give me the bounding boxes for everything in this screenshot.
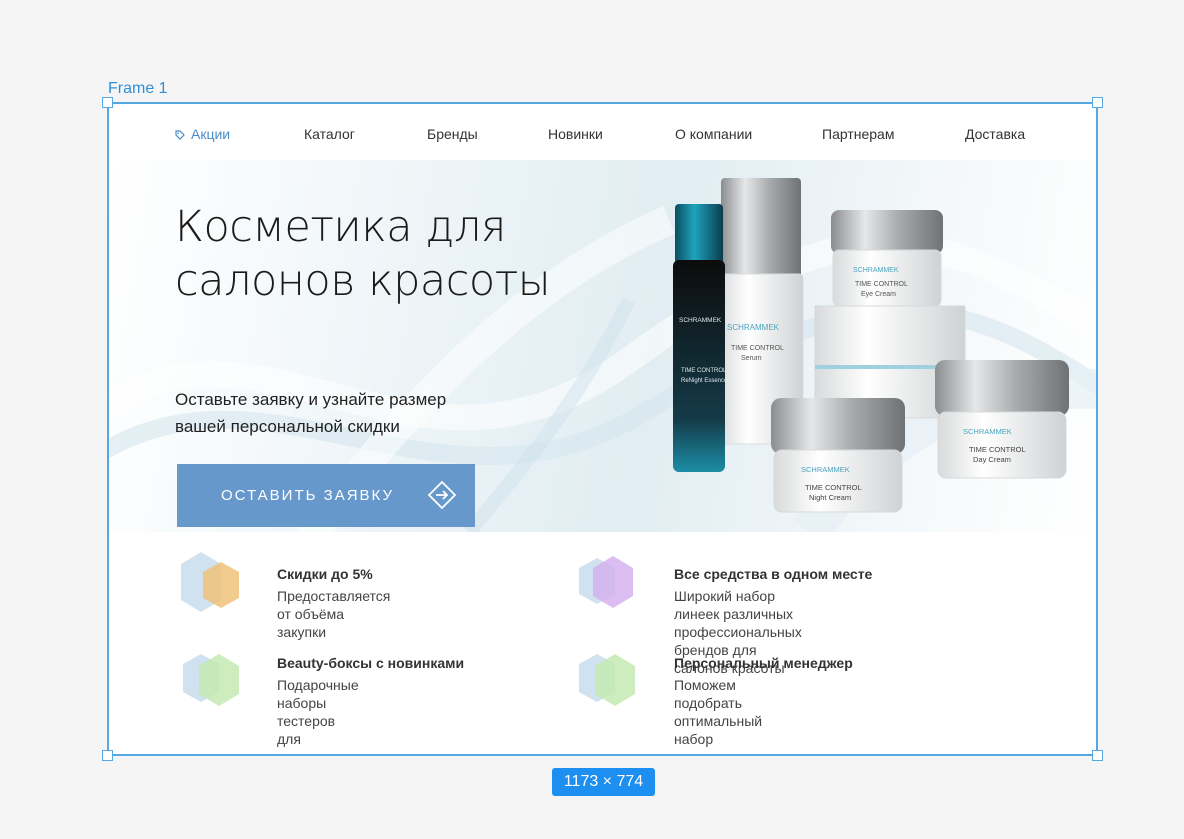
- svg-text:SCHRAMMEK: SCHRAMMEK: [853, 267, 899, 274]
- resize-handle-bottom-left[interactable]: [102, 750, 113, 761]
- svg-text:TIME CONTROL: TIME CONTROL: [855, 281, 908, 288]
- hero-subtitle: Оставьте заявку и узнайте размер вашей п…: [175, 390, 447, 436]
- svg-text:Eye Cream: Eye Cream: [861, 291, 896, 298]
- resize-handle-top-left[interactable]: [102, 97, 113, 108]
- nav-item-new[interactable]: Новинки: [548, 126, 603, 142]
- hero-title: Косметика для салонов красоты: [175, 202, 551, 306]
- svg-text:Serum: Serum: [741, 355, 762, 362]
- product-image: SCHRAMMEK TIME CONTROL Serum SCHRAMMEK T…: [673, 178, 1069, 513]
- hero-banner: Косметика для салонов красоты Оставьте з…: [109, 160, 1096, 532]
- nav-item-partners[interactable]: Партнерам: [822, 126, 894, 142]
- nav-item-catalog[interactable]: Каталог: [304, 126, 355, 142]
- feature-title: Скидки до 5%: [277, 566, 373, 582]
- request-button[interactable]: ОСТАВИТЬ ЗАЯВКУ: [177, 464, 475, 527]
- nav-item-label: Акции: [191, 126, 231, 142]
- frame-size-badge: 1173 × 774: [552, 768, 655, 796]
- svg-text:SCHRAMMEK: SCHRAMMEK: [801, 465, 850, 474]
- feature-desc: Подарочные наборы тестеров для партнеров: [277, 677, 359, 754]
- feature-desc: Поможем подобрать оптимальный набор прод…: [674, 677, 763, 754]
- svg-text:SCHRAMMEK: SCHRAMMEK: [727, 323, 780, 332]
- svg-text:ReNight Essence: ReNight Essence: [681, 378, 728, 384]
- feature-title: Персональный менеджер: [674, 655, 853, 671]
- resize-handle-bottom-right[interactable]: [1092, 750, 1103, 761]
- hexagon-icon: [183, 654, 239, 706]
- hexagon-icon: [181, 552, 239, 612]
- hexagon-icon: [579, 654, 635, 706]
- arrow-right-diamond-icon: [427, 480, 457, 510]
- frame-label: Frame 1: [108, 80, 168, 97]
- nav-item-about[interactable]: О компании: [675, 126, 752, 142]
- feature-title: Beauty-боксы с новинками: [277, 655, 465, 671]
- feature-desc: Предоставляется от объёма закупки: [277, 588, 391, 640]
- svg-text:Night Cream: Night Cream: [809, 493, 851, 502]
- frame-canvas: Акции Каталог Бренды Новинки О компании …: [107, 102, 1098, 756]
- nav-item-brands[interactable]: Бренды: [427, 126, 478, 142]
- svg-text:SCHRAMMEK: SCHRAMMEK: [679, 317, 722, 324]
- resize-handle-top-right[interactable]: [1092, 97, 1103, 108]
- hexagon-icon: [579, 556, 633, 608]
- svg-text:TIME CONTROL: TIME CONTROL: [805, 483, 862, 492]
- nav-item-delivery[interactable]: Доставка: [965, 126, 1025, 142]
- tag-icon: [175, 130, 185, 140]
- svg-text:SCHRAMMEK: SCHRAMMEK: [963, 427, 1012, 436]
- svg-text:Day Cream: Day Cream: [973, 455, 1011, 464]
- svg-text:TIME CONTROL: TIME CONTROL: [731, 345, 784, 352]
- feature-title: Все средства в одном месте: [674, 566, 873, 582]
- nav-item-sales[interactable]: Акции: [175, 126, 230, 142]
- request-button-label: ОСТАВИТЬ ЗАЯВКУ: [221, 487, 394, 504]
- svg-text:TIME CONTROL: TIME CONTROL: [681, 368, 727, 374]
- top-nav: Акции Каталог Бренды Новинки О компании …: [109, 104, 1096, 160]
- svg-text:TIME CONTROL: TIME CONTROL: [969, 445, 1026, 454]
